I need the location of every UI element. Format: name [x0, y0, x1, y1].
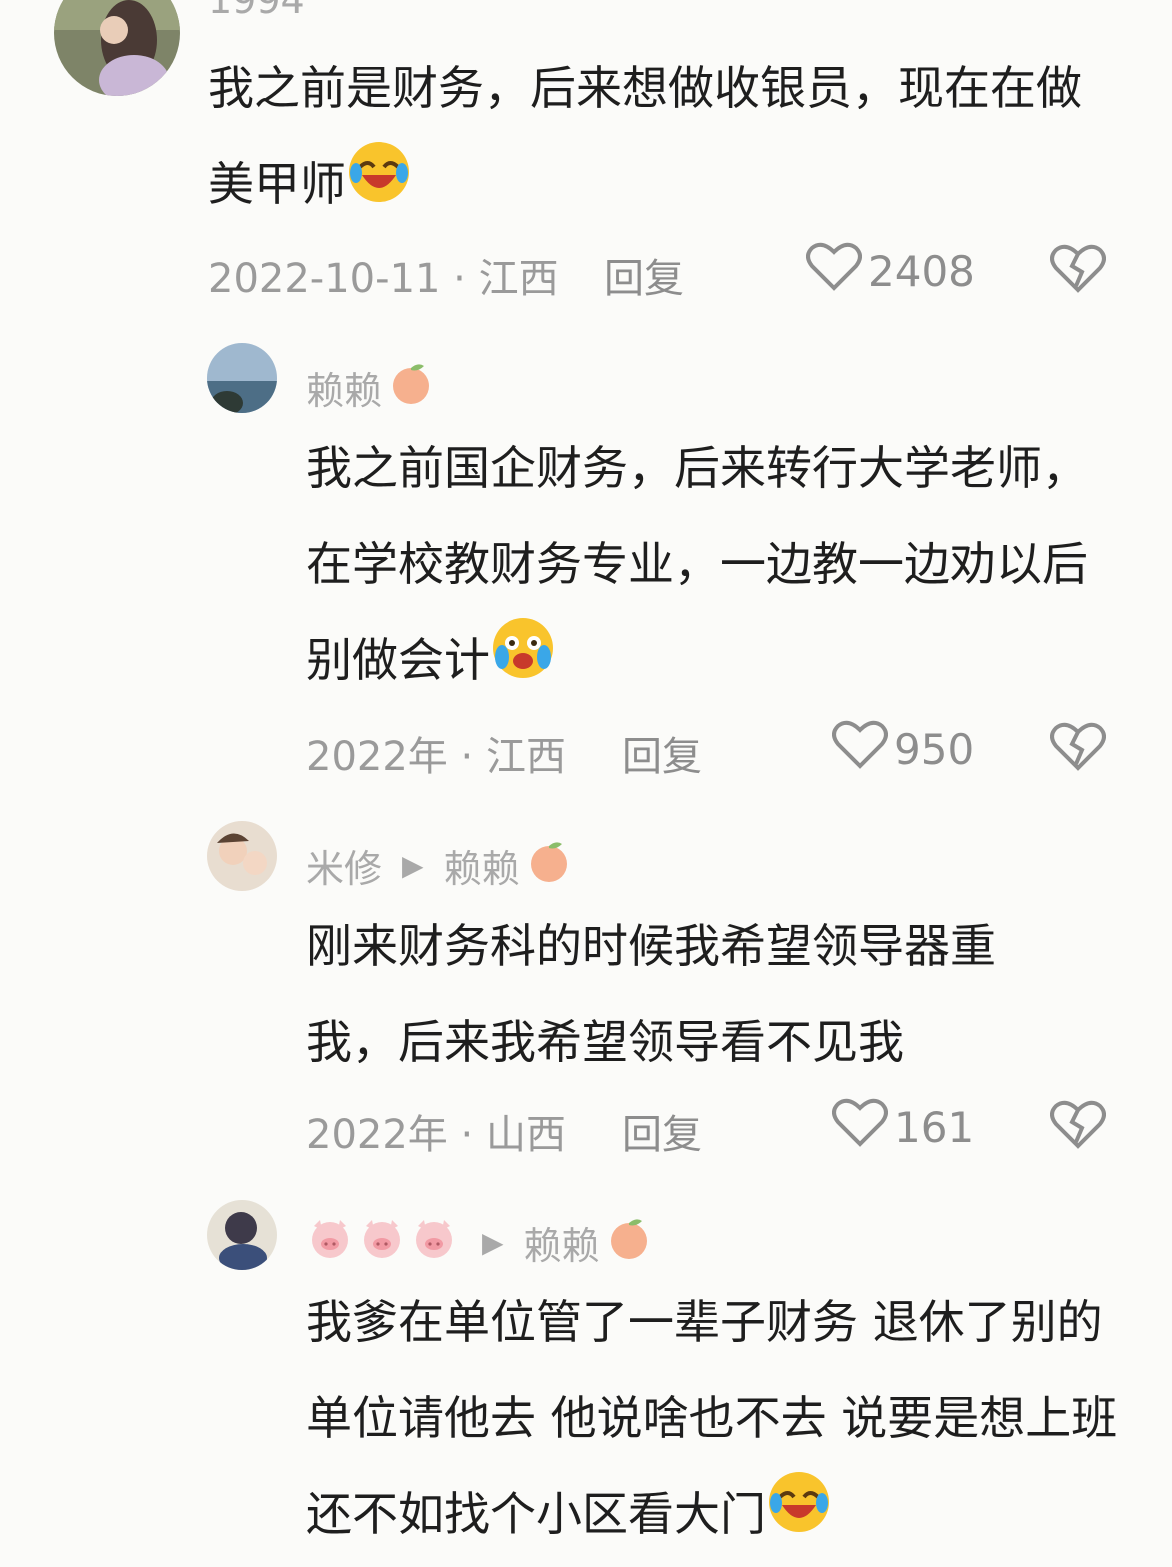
avatar[interactable] [207, 343, 277, 413]
dislike-button[interactable] [1050, 242, 1106, 298]
reply-button[interactable]: 回复 [622, 1102, 702, 1160]
laughing-crying-emoji-icon [346, 139, 412, 237]
date-location: 2022年 · 江西 [306, 734, 566, 780]
comment-text: 我之前国企财务，后来转行大学老师，在学校教财务专业，一边教一边劝以后别做会计 [306, 420, 1106, 713]
peach-icon [526, 838, 572, 893]
dislike-button[interactable] [1050, 1098, 1106, 1154]
username[interactable]: 赖赖 [306, 360, 434, 415]
username[interactable]: 1994 [208, 0, 305, 22]
broken-heart-icon [1050, 244, 1106, 293]
reply-button[interactable]: 回复 [622, 724, 702, 782]
heart-icon [806, 240, 862, 302]
pig-faces-icon [306, 1216, 462, 1269]
like-button[interactable]: 2408 [806, 240, 975, 302]
peach-icon [388, 360, 434, 415]
dislike-button[interactable] [1050, 720, 1106, 776]
laughing-crying-emoji-icon [766, 1469, 832, 1567]
comment-text: 我之前是财务，后来想做收银员，现在在做美甲师 [208, 40, 1108, 237]
date-location: 2022年 · 山西 [306, 1112, 566, 1158]
reply-arrow-icon: ▶ [402, 849, 424, 882]
reply-button[interactable]: 回复 [604, 246, 684, 304]
comment-text: 刚来财务科的时候我希望领导器重我，后来我希望领导看不见我 [306, 919, 996, 1069]
broken-heart-icon [1050, 1100, 1106, 1149]
peach-icon [606, 1215, 652, 1270]
comment-text: 我爹在单位管了一辈子财务 退休了别的单位请他去 他说啥也不去 说要是想上班 还不… [306, 1274, 1126, 1567]
avatar[interactable] [207, 1200, 277, 1270]
broken-heart-icon [1050, 722, 1106, 771]
username[interactable]: ▶ 赖赖 [306, 1215, 652, 1270]
heart-icon [832, 718, 888, 780]
like-button[interactable]: 950 [832, 718, 974, 780]
like-button[interactable]: 161 [832, 1096, 974, 1158]
avatar[interactable] [207, 821, 277, 891]
crying-emoji-icon [490, 615, 556, 713]
heart-icon [832, 1096, 888, 1158]
username[interactable]: 米修 ▶ 赖赖 [306, 838, 572, 893]
date-location: 2022-10-11 · 江西 [208, 256, 559, 302]
avatar[interactable] [54, 0, 180, 96]
reply-arrow-icon: ▶ [482, 1226, 504, 1259]
